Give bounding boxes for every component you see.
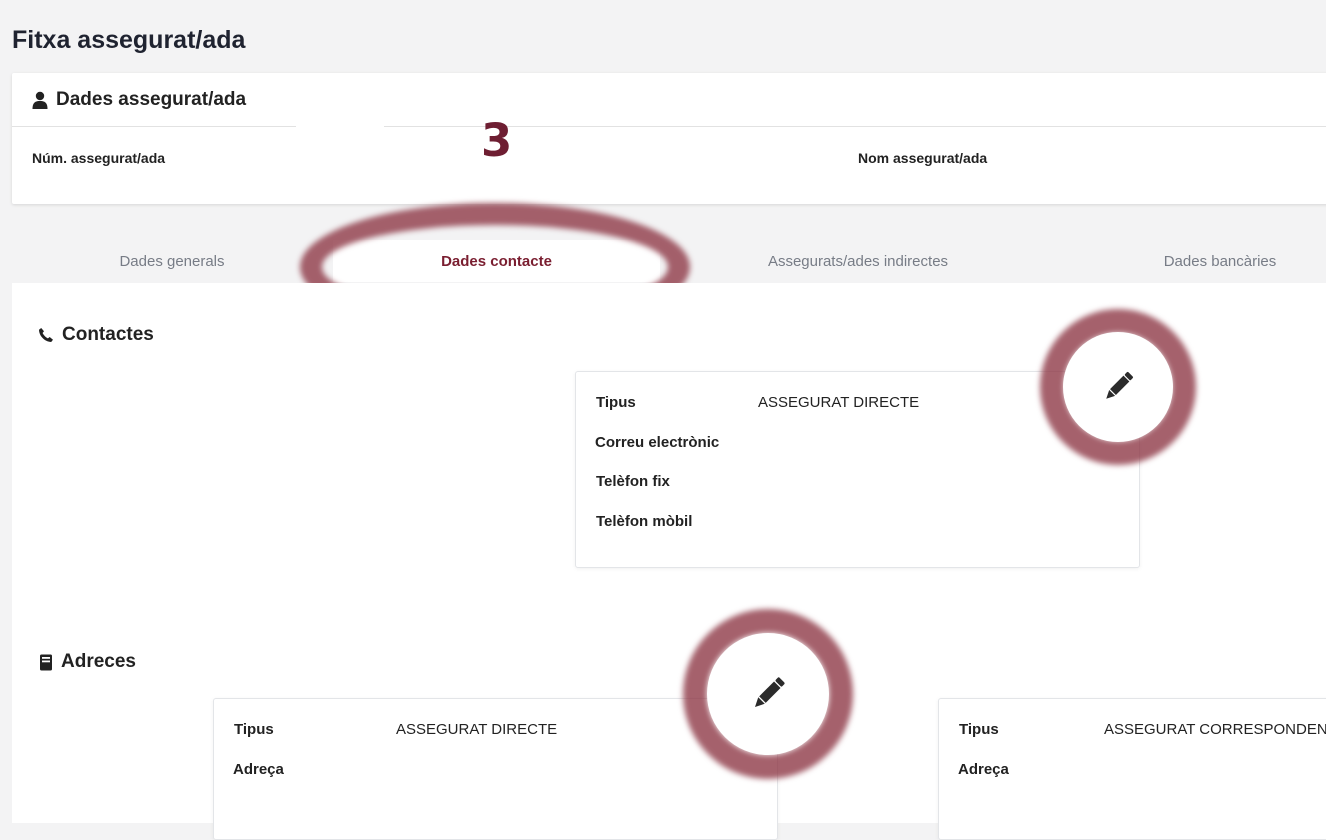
contact-type-value: ASSEGURAT DIRECTE xyxy=(758,394,920,411)
pencil-icon xyxy=(755,677,785,707)
tab-indirect-insured[interactable]: Assegurats/ades indirectes xyxy=(660,240,1056,282)
address-book-icon xyxy=(40,654,52,670)
contact-email-label: Correu electrònic xyxy=(595,434,720,451)
address-type-label: Tipus xyxy=(234,721,274,738)
phone-icon xyxy=(39,328,53,342)
insured-data-card: Dades assegurat/ada Núm. assegurat/ada N… xyxy=(12,73,1326,204)
address-card: Tipus ASSEGURAT CORRESPONDENCIA Adreça xyxy=(938,698,1326,840)
address-type-value: ASSEGURAT DIRECTE xyxy=(396,721,558,738)
address-label: Adreça xyxy=(233,761,284,778)
contacts-section-title: Contactes xyxy=(38,324,154,346)
addresses-title-text: Adreces xyxy=(61,651,136,672)
insured-number-label: Núm. assegurat/ada xyxy=(32,150,166,166)
tab-bank-data[interactable]: Dades bancàries xyxy=(1056,240,1326,282)
address-label: Adreça xyxy=(958,761,1009,778)
insured-name-label: Nom assegurat/ada xyxy=(858,150,988,166)
page-title: Fitxa assegurat/ada xyxy=(12,26,246,54)
address-type-value: ASSEGURAT CORRESPONDENCIA xyxy=(1104,721,1326,738)
edit-contact-button[interactable] xyxy=(1063,332,1173,442)
tab-general-data[interactable]: Dades generals xyxy=(12,240,332,282)
contact-mobile-label: Telèfon mòbil xyxy=(596,513,693,530)
address-type-label: Tipus xyxy=(959,721,999,738)
step-number-annotation: 3 xyxy=(481,114,513,167)
edit-address-button[interactable] xyxy=(707,633,829,755)
user-icon xyxy=(32,91,48,109)
insured-card-title: Dades assegurat/ada xyxy=(56,89,247,110)
addresses-section-title: Adreces xyxy=(39,651,136,673)
card-divider xyxy=(384,126,1326,127)
card-divider xyxy=(12,126,296,127)
insured-card-header: Dades assegurat/ada xyxy=(32,89,246,111)
contact-phone-label: Telèfon fix xyxy=(596,473,670,490)
contacts-title-text: Contactes xyxy=(62,324,154,345)
pencil-icon xyxy=(1106,371,1134,399)
contact-type-label: Tipus xyxy=(596,394,636,411)
